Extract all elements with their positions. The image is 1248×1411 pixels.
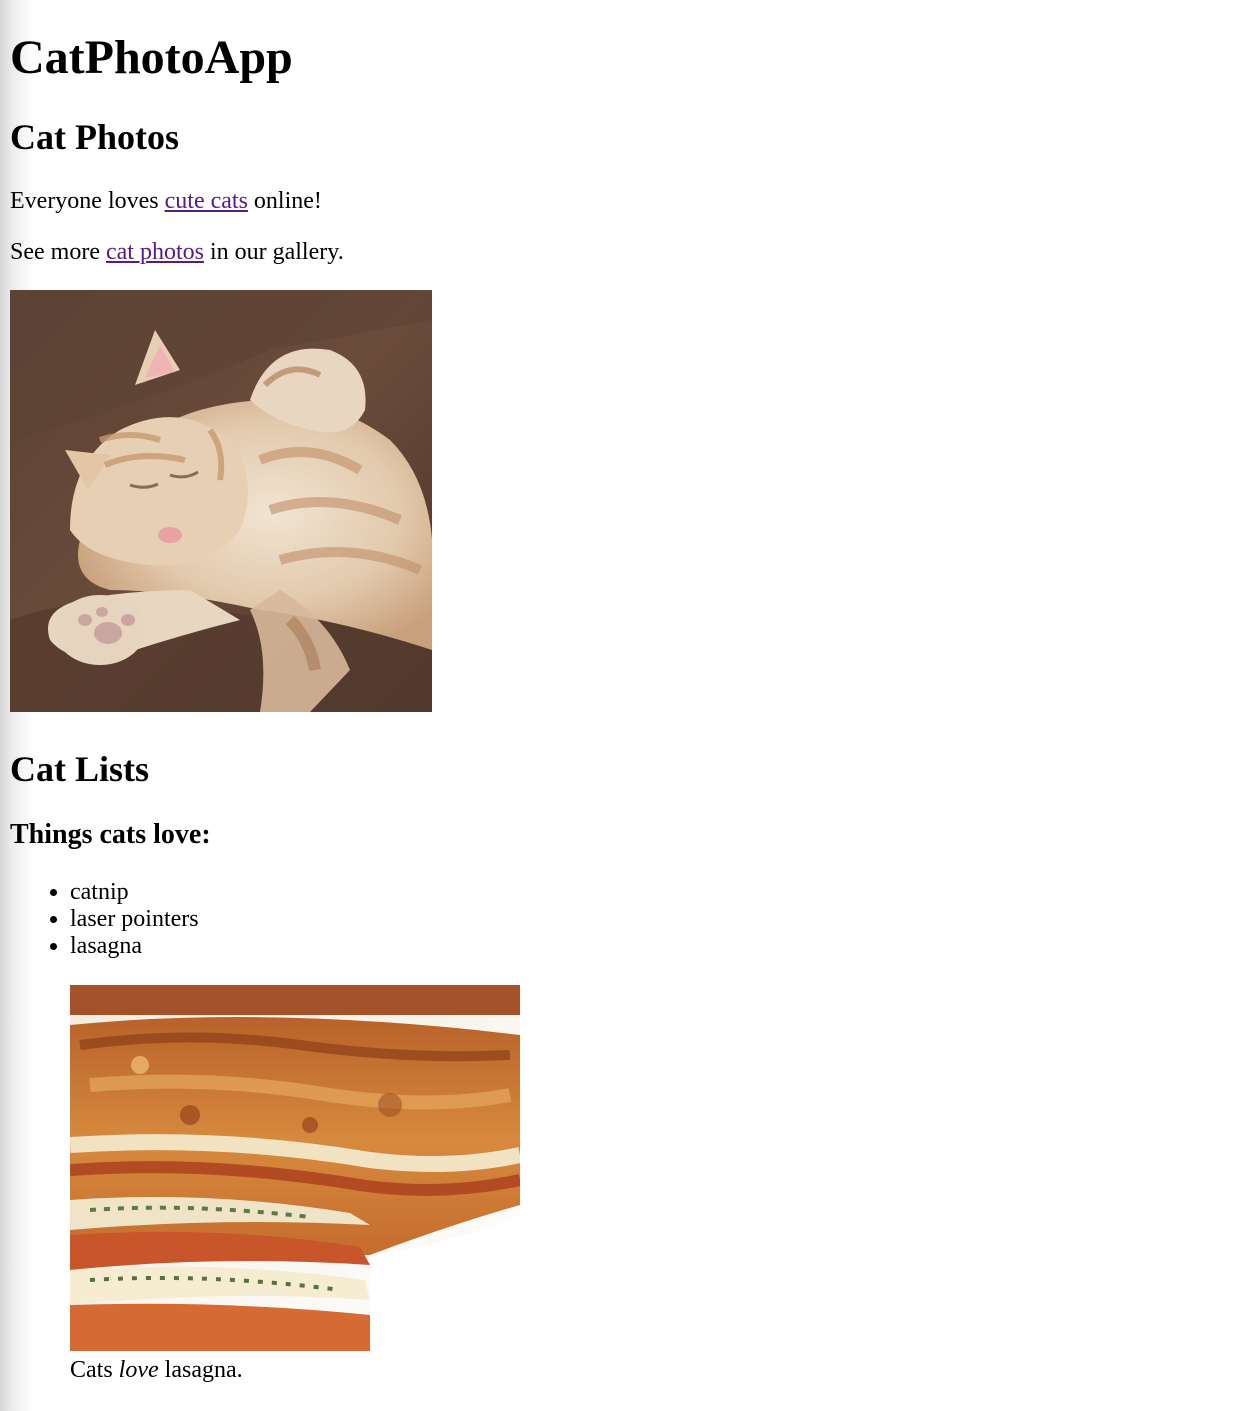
- intro-text-after: online!: [247, 188, 322, 214]
- cat-lists-heading: Cat Lists: [10, 749, 150, 789]
- intro-paragraph: Everyone loves cute cats online!: [10, 187, 322, 215]
- gallery-text-after: in our gallery.: [203, 239, 344, 265]
- caption-emphasis: love: [118, 1357, 159, 1383]
- caption-text-before: Cats: [70, 1357, 119, 1383]
- things-cats-love-list: catnip laser pointers lasagna: [10, 879, 199, 960]
- caption-text-after: lasagna.: [158, 1357, 243, 1383]
- lasagna-image[interactable]: [70, 985, 520, 1351]
- lasagna-caption: Cats love lasagna.: [70, 1356, 520, 1384]
- cat-photos-link[interactable]: cat photos: [106, 239, 204, 265]
- list-item: lasagna: [70, 933, 199, 960]
- page-title: CatPhotoApp: [10, 31, 293, 84]
- cute-cats-link[interactable]: cute cats: [165, 188, 248, 214]
- cat-photos-heading: Cat Photos: [10, 117, 179, 157]
- gallery-paragraph: See more cat photos in our gallery.: [10, 238, 344, 266]
- gallery-text-before: See more: [10, 239, 106, 265]
- sleeping-cat-image[interactable]: [10, 290, 432, 712]
- things-cats-love-heading: Things cats love:: [10, 819, 211, 850]
- list-item: laser pointers: [70, 906, 199, 933]
- list-item: catnip: [70, 879, 199, 906]
- lasagna-figure: Cats love lasagna.: [70, 985, 520, 1384]
- intro-text-before: Everyone loves: [10, 188, 165, 214]
